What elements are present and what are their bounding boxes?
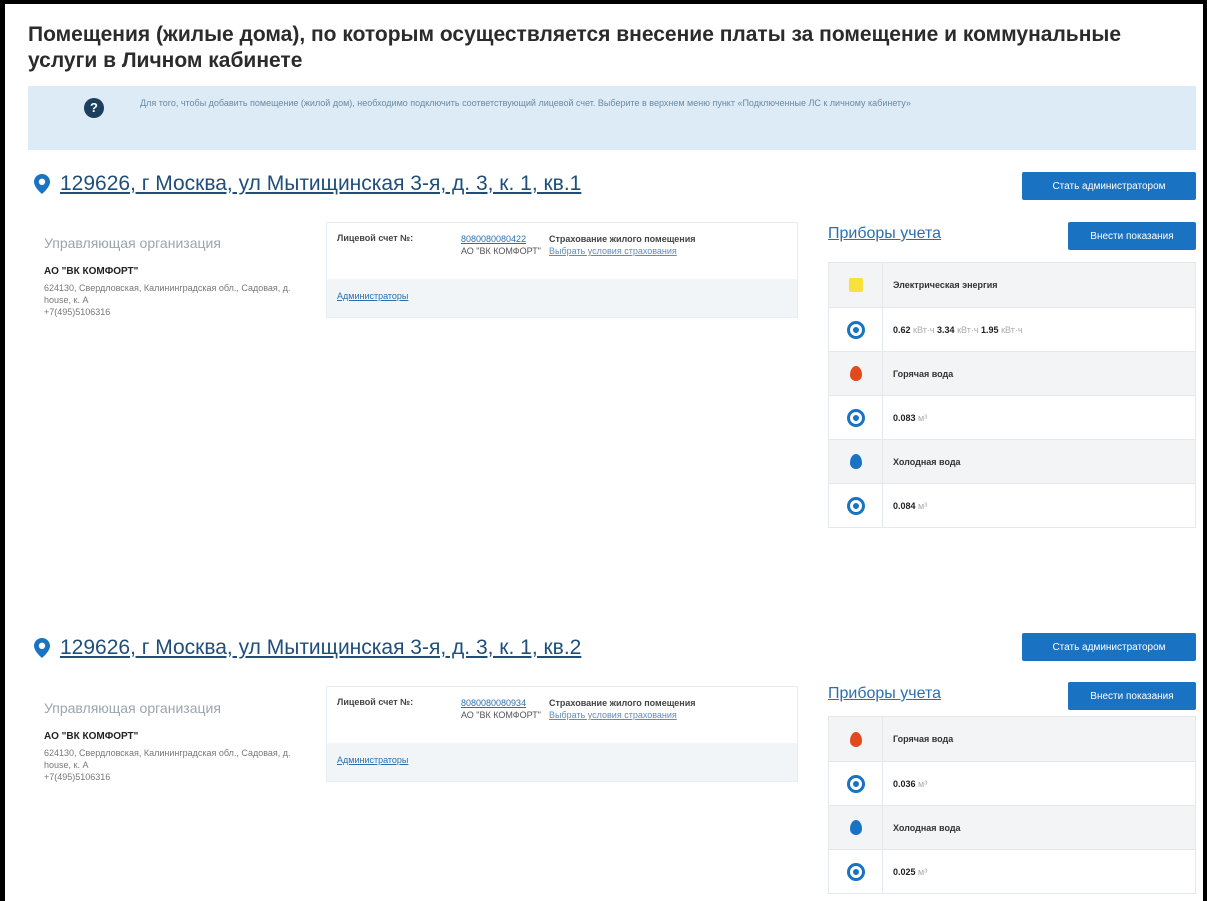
meter-value-number: 0.025 <box>893 866 916 877</box>
property-1-admin-button[interactable]: Стать администратором <box>1022 172 1196 200</box>
meter-row: 0.084 м³ <box>829 483 1195 527</box>
property-2-address-link[interactable]: 129626, г Москва, ул Мытищинская 3-я, д.… <box>60 636 581 660</box>
org-address-text: 624130, Свердловская, Калининградская об… <box>44 748 291 770</box>
hot-water-icon <box>849 366 862 381</box>
account-number-link[interactable]: 8080080080422 <box>461 234 526 244</box>
account-label: Лицевой счет №: <box>337 697 414 707</box>
meter-dial-icon <box>846 774 865 793</box>
info-icon: ? <box>84 98 104 118</box>
meter-unit-t2: кВт·ч <box>957 324 979 335</box>
meter-name: Холодная вода <box>893 456 961 467</box>
property-1-address: 129626, г Москва, ул Мытищинская 3-я, д.… <box>34 172 581 196</box>
property-2-org-name: АО "ВК КОМФОРТ" <box>44 731 139 742</box>
property-2-meters-table: Горячая вода 0.036 м³ Холодная вода 0.02… <box>828 716 1196 894</box>
insurance-label: Страхование жилого помещения <box>549 234 696 244</box>
meter-dial-icon <box>846 320 865 339</box>
property-2-account-card: Лицевой счет №: 8080080080934 АО "ВК КОМ… <box>326 686 798 782</box>
meter-row: Горячая вода <box>829 351 1195 395</box>
meter-name: Горячая вода <box>893 734 954 744</box>
meter-dial-icon <box>846 862 865 881</box>
meter-unit: м³ <box>918 500 928 511</box>
insurance-link[interactable]: Выбрать условия страхования <box>549 246 677 256</box>
admins-link[interactable]: Администраторы <box>337 755 408 765</box>
info-banner: ? Для того, чтобы добавить помещение (жи… <box>28 86 1196 150</box>
cold-water-icon <box>849 820 862 835</box>
account-org: АО "ВК КОМФОРТ" <box>461 246 541 256</box>
meter-value-t1: 0.62 <box>893 324 911 335</box>
insurance-label: Страхование жилого помещения <box>549 698 696 708</box>
property-2-org-label: Управляющая организация <box>44 700 221 716</box>
meter-name: Холодная вода <box>893 822 961 833</box>
meter-unit: м³ <box>918 778 928 789</box>
property-2-meters-title[interactable]: Приборы учета <box>828 685 941 703</box>
meter-row: 0.62 кВт·ч 3.34 кВт·ч 1.95 кВт·ч <box>829 307 1195 351</box>
meter-row: 0.025 м³ <box>829 849 1195 893</box>
meter-row: 0.083 м³ <box>829 395 1195 439</box>
property-2-org-address: 624130, Свердловская, Калининградская об… <box>44 747 304 783</box>
property-2-admin-button[interactable]: Стать администратором <box>1022 633 1196 661</box>
property-1-org-name: АО "ВК КОМФОРТ" <box>44 266 139 277</box>
meter-value-number: 0.084 <box>893 500 916 511</box>
meter-unit: м³ <box>918 866 928 877</box>
meter-unit-t1: кВт·ч <box>913 324 935 335</box>
meter-value-number: 0.083 <box>893 412 916 423</box>
insurance-link[interactable]: Выбрать условия страхования <box>549 710 677 720</box>
property-1-account-card: Лицевой счет №: 8080080080422 АО "ВК КОМ… <box>326 222 798 318</box>
property-1-address-link[interactable]: 129626, г Москва, ул Мытищинская 3-я, д.… <box>60 172 581 196</box>
meter-value: 0.083 м³ <box>883 413 927 423</box>
account-label: Лицевой счет №: <box>337 233 414 243</box>
admins-link[interactable]: Администраторы <box>337 291 408 301</box>
meter-name: Горячая вода <box>893 368 954 379</box>
meter-row: Горячая вода <box>829 717 1195 761</box>
meter-value: 0.036 м³ <box>883 779 927 789</box>
meter-row: 0.036 м³ <box>829 761 1195 805</box>
account-org: АО "ВК КОМФОРТ" <box>461 710 541 720</box>
org-phone-text: +7(495)5106316 <box>44 307 111 317</box>
account-number-link[interactable]: 8080080080934 <box>461 698 526 708</box>
electricity-icon <box>848 278 863 292</box>
meter-value: 0.62 кВт·ч 3.34 кВт·ч 1.95 кВт·ч <box>883 325 1023 335</box>
property-1-org-label: Управляющая организация <box>44 235 221 251</box>
property-2-address: 129626, г Москва, ул Мытищинская 3-я, д.… <box>34 636 581 660</box>
property-1-readings-button[interactable]: Внести показания <box>1068 222 1196 250</box>
property-1-meters-title[interactable]: Приборы учета <box>828 225 941 243</box>
meter-row: Электрическая энергия <box>829 263 1195 307</box>
meter-value-t3: 1.95 <box>981 324 999 335</box>
property-1-org-address: 624130, Свердловская, Калининградская об… <box>44 282 304 318</box>
meter-row: Холодная вода <box>829 805 1195 849</box>
hot-water-icon <box>849 731 862 747</box>
meter-dial-icon <box>846 408 865 427</box>
cold-water-icon <box>849 454 862 469</box>
location-pin-icon <box>34 174 50 194</box>
property-1-meters-table: Электрическая энергия 0.62 кВт·ч 3.34 кВ… <box>828 262 1196 528</box>
org-address-text: 624130, Свердловская, Калининградская об… <box>44 283 291 305</box>
page-title: Помещения (жилые дома), по которым осуще… <box>28 23 1122 72</box>
meter-unit: м³ <box>918 412 928 423</box>
meter-unit-t3: кВт·ч <box>1001 324 1023 335</box>
meter-value-number: 0.036 <box>893 778 916 789</box>
org-phone-text: +7(495)5106316 <box>44 772 111 782</box>
meter-value-t2: 3.34 <box>937 324 955 335</box>
meter-value: 0.025 м³ <box>883 867 927 877</box>
meter-name: Электрическая энергия <box>893 280 998 290</box>
meter-dial-icon <box>846 496 865 515</box>
meter-row: Холодная вода <box>829 439 1195 483</box>
property-2-readings-button[interactable]: Внести показания <box>1068 682 1196 710</box>
meter-value: 0.084 м³ <box>883 501 927 511</box>
info-text: Для того, чтобы добавить помещение (жило… <box>140 98 911 108</box>
location-pin-icon <box>34 638 50 658</box>
